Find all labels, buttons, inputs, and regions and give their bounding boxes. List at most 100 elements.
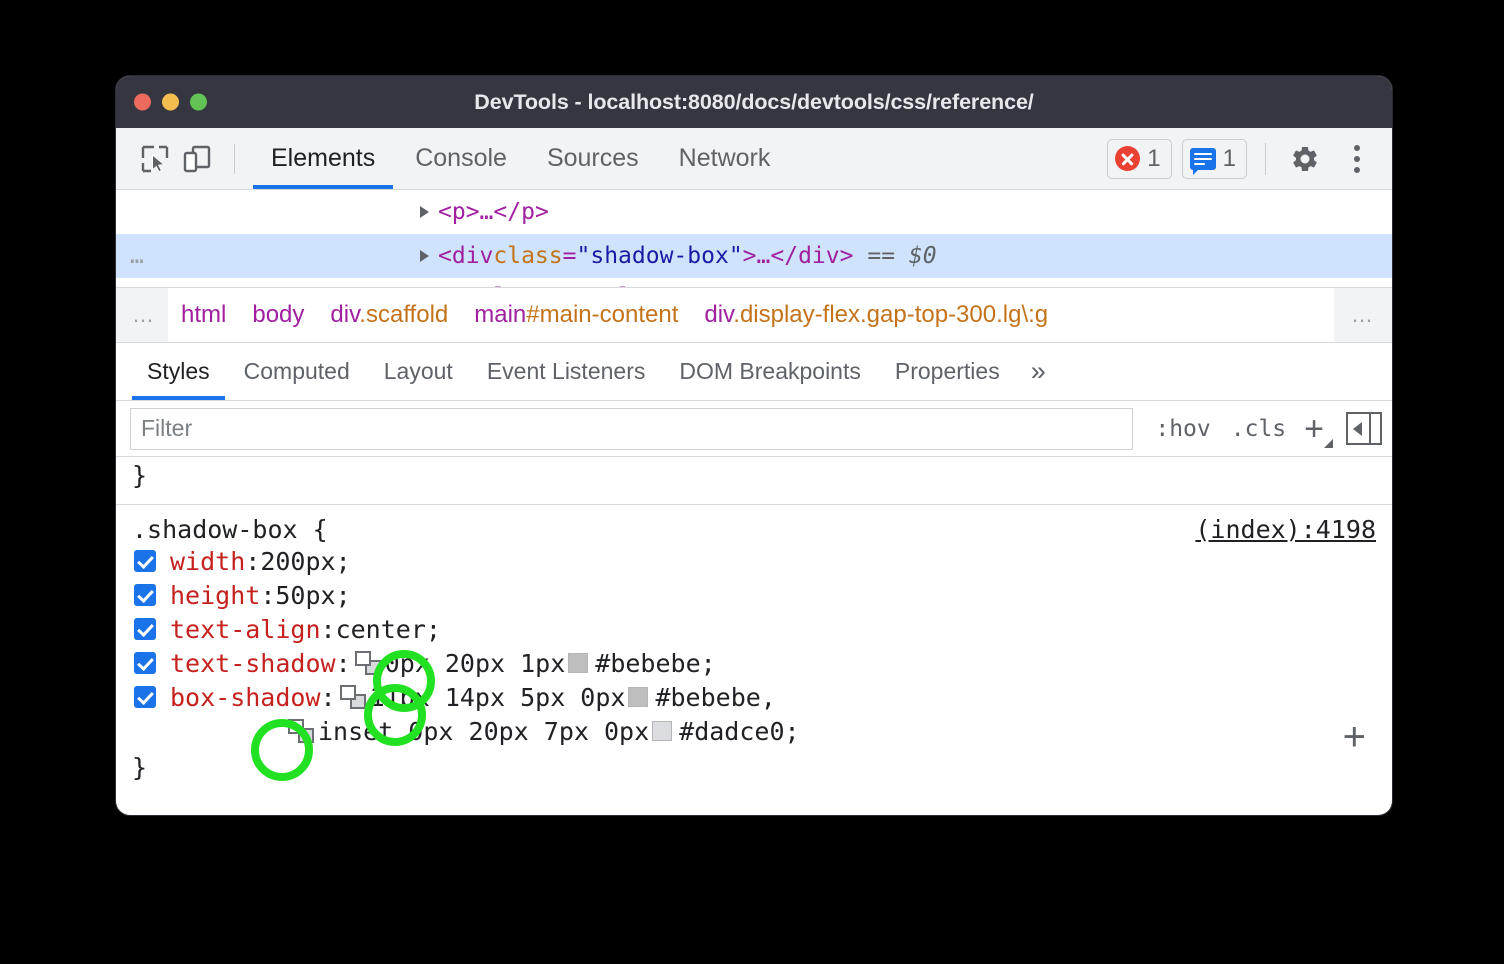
plus-icon: + (1304, 410, 1324, 448)
toggle-class-button[interactable]: .cls (1223, 412, 1294, 446)
new-style-rule-button[interactable]: + (1298, 412, 1336, 446)
css-declaration-height[interactable]: height: 50px; (132, 578, 1392, 612)
dom-row-gutter-ellipsis[interactable]: … (130, 243, 190, 269)
breadcrumb-tag: div (704, 301, 733, 328)
toggle-sidebar-icon[interactable] (1346, 412, 1382, 445)
breadcrumb: … html body div.scaffold main#main-conte… (116, 287, 1392, 343)
expand-triangle-icon-2[interactable] (420, 250, 429, 262)
dom-row-partial: <style>…</style (116, 277, 1392, 287)
inspect-element-icon[interactable] (134, 138, 176, 180)
kebab-menu-icon[interactable] (1336, 138, 1378, 180)
css-color-value[interactable]: #bebebe; (595, 649, 715, 678)
breadcrumb-overflow-left[interactable]: … (116, 288, 168, 342)
css-property-name[interactable]: text-shadow (170, 649, 336, 678)
color-swatch[interactable] (652, 721, 672, 741)
css-declaration-text-shadow[interactable]: text-shadow: 0px 20px 1px #bebebe; (132, 646, 1392, 680)
tab-network[interactable]: Network (659, 128, 791, 189)
dom-attr-eq: = (563, 243, 577, 269)
error-count-badge[interactable]: 1 (1107, 139, 1171, 179)
dom-row-shadow-box[interactable]: … <div class="shadow-box">…</div> == $0 (116, 234, 1392, 278)
breadcrumb-tag: div (330, 301, 359, 328)
tab-console[interactable]: Console (395, 128, 527, 189)
declaration-checkbox[interactable] (134, 618, 156, 640)
dom-tag-div-open: <div (438, 243, 493, 269)
css-property-value[interactable]: center; (336, 615, 441, 644)
tab-computed[interactable]: Computed (227, 343, 367, 400)
close-window-button[interactable] (134, 94, 151, 111)
css-declaration-box-shadow[interactable]: box-shadow: 11px 14px 5px 0px #bebebe, (132, 680, 1392, 714)
shadow-editor-icon[interactable] (340, 685, 366, 709)
css-color-value[interactable]: #bebebe, (655, 683, 775, 712)
declaration-checkbox[interactable] (134, 584, 156, 606)
previous-rule-closing-brace: } (116, 457, 1392, 505)
css-property-value[interactable]: 11px 14px 5px 0px (370, 683, 626, 712)
declaration-checkbox[interactable] (134, 686, 156, 708)
tab-properties[interactable]: Properties (878, 343, 1017, 400)
dom-collapsed-dots: … (480, 199, 494, 225)
css-colon: : (336, 649, 351, 678)
sidebar-pane-tabs: Styles Computed Layout Event Listeners D… (116, 343, 1392, 401)
dom-tree: <p>…</p> … <div class="shadow-box">…</di… (116, 190, 1392, 287)
tab-sources[interactable]: Sources (527, 128, 659, 189)
plus-icon[interactable]: + (1343, 717, 1366, 757)
css-rule-closing-brace: } (132, 750, 1392, 784)
panel-tab-bar: Elements Console Sources Network (251, 128, 790, 189)
shadow-editor-icon[interactable] (288, 719, 314, 743)
css-colon: : (260, 581, 275, 610)
css-color-value[interactable]: #dadce0; (679, 717, 799, 746)
declaration-checkbox[interactable] (134, 652, 156, 674)
css-property-name[interactable]: height (170, 581, 260, 610)
tab-dom-breakpoints[interactable]: DOM Breakpoints (662, 343, 878, 400)
breadcrumb-item-div-scaffold[interactable]: div.scaffold (317, 301, 461, 329)
css-property-value[interactable]: 200px; (260, 547, 350, 576)
dom-row-paragraph[interactable]: <p>…</p> (116, 190, 1392, 234)
devtools-window: DevTools - localhost:8080/docs/devtools/… (116, 76, 1392, 815)
breadcrumb-suffix: #main-content (526, 301, 678, 328)
arrow-left-icon (1353, 422, 1362, 436)
css-declaration-text-align[interactable]: text-align: center; (132, 612, 1392, 646)
gear-icon[interactable] (1284, 138, 1326, 180)
css-declaration-box-shadow-inset[interactable]: inset 0px 20px 7px 0px #dadce0; (132, 714, 1392, 748)
dom-tag-p-open: <p> (438, 199, 480, 225)
toolbar-divider-2 (1265, 143, 1266, 175)
css-property-name[interactable]: text-align (170, 615, 321, 644)
device-toolbar-icon[interactable] (176, 138, 218, 180)
chevrons-right-icon[interactable]: » (1017, 356, 1060, 387)
breadcrumb-item-html[interactable]: html (168, 301, 239, 329)
color-swatch[interactable] (628, 687, 648, 707)
breadcrumb-tag: body (252, 301, 304, 328)
maximize-window-button[interactable] (190, 94, 207, 111)
css-rule-header: .shadow-box { (index):4198 (132, 515, 1392, 544)
error-count: 1 (1147, 145, 1160, 173)
breadcrumb-tag: main (474, 301, 526, 328)
styles-filter-bar: :hov .cls + (116, 401, 1392, 457)
css-property-name[interactable]: width (170, 547, 245, 576)
expand-triangle-icon[interactable] (420, 206, 429, 218)
toggle-element-state-button[interactable]: :hov (1147, 412, 1218, 446)
breadcrumb-item-div-display-flex[interactable]: div.display-flex.gap-top-300.lg\:g (691, 301, 1061, 329)
minimize-window-button[interactable] (162, 94, 179, 111)
css-selector[interactable]: .shadow-box { (132, 515, 328, 544)
message-count-badge[interactable]: 1 (1182, 139, 1247, 179)
breadcrumb-item-body[interactable]: body (239, 301, 317, 329)
stylesheet-origin-link[interactable]: (index):4198 (1195, 515, 1376, 544)
css-property-name[interactable]: box-shadow (170, 683, 321, 712)
css-property-value[interactable]: inset 0px 20px 7px 0px (318, 717, 649, 746)
css-declaration-width[interactable]: width: 200px; (132, 544, 1392, 578)
tab-layout[interactable]: Layout (367, 343, 470, 400)
window-title: DevTools - localhost:8080/docs/devtools/… (116, 90, 1392, 115)
breadcrumb-overflow-right[interactable]: … (1334, 288, 1392, 342)
dropdown-caret-icon (1324, 439, 1333, 448)
css-property-value[interactable]: 50px; (275, 581, 350, 610)
filter-input[interactable] (130, 408, 1133, 450)
tab-event-listeners[interactable]: Event Listeners (470, 343, 663, 400)
css-property-value[interactable]: 0px 20px 1px (385, 649, 566, 678)
shadow-editor-icon[interactable] (355, 651, 381, 675)
toolbar-divider (234, 144, 235, 174)
declaration-checkbox[interactable] (134, 550, 156, 572)
tab-elements[interactable]: Elements (251, 128, 395, 189)
tab-styles[interactable]: Styles (130, 343, 227, 400)
breadcrumb-item-main-content[interactable]: main#main-content (461, 301, 691, 329)
breadcrumb-suffix: .scaffold (359, 301, 448, 328)
color-swatch[interactable] (568, 653, 588, 673)
